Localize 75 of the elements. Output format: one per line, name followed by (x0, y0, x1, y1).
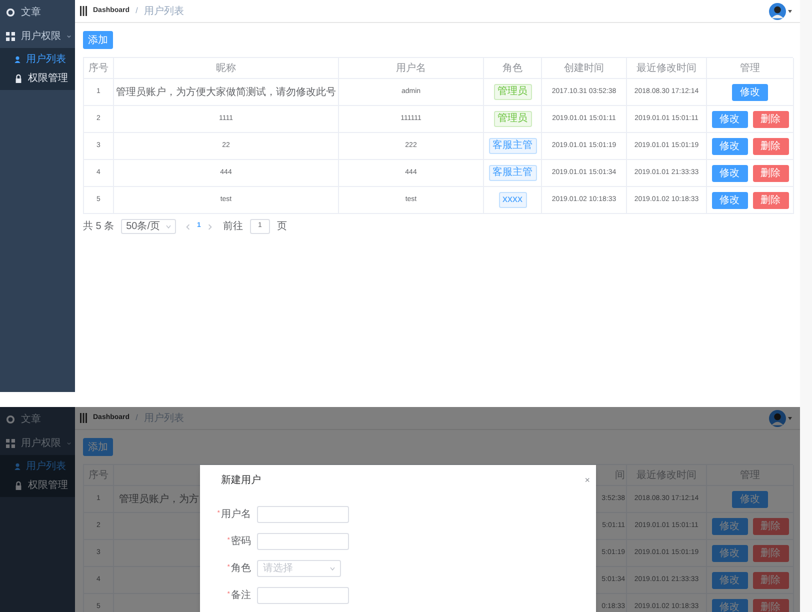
column-header: 创建时间 (564, 62, 604, 76)
user-icon (14, 463, 21, 470)
field-label: 用户名 (221, 508, 251, 522)
column-header: 昵称 (216, 62, 236, 76)
chevron-icon (166, 224, 172, 228)
close-button[interactable]: × (584, 476, 590, 485)
delete-button[interactable]: 删除 (752, 572, 788, 588)
lock-icon (14, 74, 23, 83)
delete-button[interactable]: 删除 (752, 518, 788, 534)
input-field[interactable] (257, 533, 349, 550)
edit-button[interactable]: 修改 (732, 490, 768, 508)
column-header: 角色 (502, 62, 522, 76)
role-tag: 管理员 (494, 84, 532, 100)
delete-button[interactable]: 删除 (752, 544, 788, 562)
edit-button[interactable]: 修改 (712, 598, 748, 612)
caret-icon (788, 416, 792, 420)
role-tag: 管理员 (494, 111, 532, 127)
field-label: 备注 (231, 588, 251, 603)
input-field[interactable] (257, 506, 349, 523)
user-icon (14, 56, 21, 63)
table-cell-text: 管理员账户，为方 (119, 492, 199, 506)
submenu-item[interactable]: 权限管理 (0, 476, 75, 495)
total-count: 共 5 条 (83, 220, 114, 234)
delete-button[interactable]: 删除 (752, 110, 788, 128)
field-label: 角色 (231, 562, 251, 576)
column-header: 最近修改时间 (636, 62, 696, 76)
breadcrumb-item: 用户列表 (144, 4, 184, 18)
add-button[interactable]: 添加 (83, 438, 113, 456)
role-tag: 客服主管 (488, 138, 536, 154)
edit-button[interactable]: 修改 (712, 192, 748, 208)
chevron-icon (330, 566, 335, 570)
previous-icon[interactable] (186, 224, 190, 230)
add-button[interactable]: 添加 (83, 31, 113, 49)
grid-icon (6, 32, 15, 40)
delete-button[interactable]: 删除 (752, 192, 788, 208)
role-select[interactable]: 请选择 (257, 560, 341, 577)
edit-button[interactable]: 修改 (732, 84, 768, 100)
submenu-item[interactable]: 权限管理 (0, 69, 75, 88)
column-header: 序号 (88, 62, 108, 76)
caret-icon (788, 10, 792, 12)
dialog-title: 新建用户 (221, 474, 261, 488)
breadcrumb-separator: / (136, 412, 138, 424)
delete-button[interactable]: 删除 (752, 138, 788, 154)
menu-icon[interactable] (80, 6, 87, 16)
page-size-select[interactable]: 50条/页 (121, 219, 176, 234)
grid-icon (6, 438, 15, 448)
menu-item[interactable]: 用户权限 (0, 431, 75, 455)
menu-item[interactable]: 文章 (0, 407, 75, 431)
edit-button[interactable]: 修改 (712, 572, 748, 588)
column-header: 用户名 (396, 62, 426, 76)
field-label: 密码 (231, 534, 251, 549)
edit-button[interactable]: 修改 (712, 164, 748, 182)
edit-button[interactable]: 修改 (712, 110, 748, 128)
edit-button[interactable]: 修改 (712, 518, 748, 534)
delete-button[interactable]: 删除 (752, 598, 788, 612)
role-tag: 客服主管 (488, 165, 536, 181)
submenu-item[interactable]: 用户列表 (0, 457, 75, 476)
edit-button[interactable]: 修改 (712, 544, 748, 562)
goto-label: 前往 (222, 220, 243, 234)
menu-item[interactable]: 用户权限 (0, 24, 75, 48)
delete-button[interactable]: 删除 (752, 164, 788, 182)
avatar-icon[interactable] (769, 2, 786, 20)
column-header: 管理 (740, 62, 760, 76)
menu-item[interactable]: 文章 (0, 0, 75, 24)
input-field[interactable] (257, 587, 349, 604)
lock-icon (14, 481, 23, 490)
role-tag: xxxx (498, 192, 526, 208)
gear-icon (6, 8, 15, 16)
breadcrumb-separator: / (136, 5, 138, 17)
page-suffix: 页 (276, 220, 287, 234)
gear-icon (6, 414, 15, 424)
edit-button[interactable]: 修改 (712, 138, 748, 154)
submenu-item[interactable]: 用户列表 (0, 50, 75, 69)
table-cell-text: 管理员账户，为方便大家做简测试，请勿修改此号 (116, 86, 336, 100)
next-icon[interactable] (208, 224, 212, 230)
